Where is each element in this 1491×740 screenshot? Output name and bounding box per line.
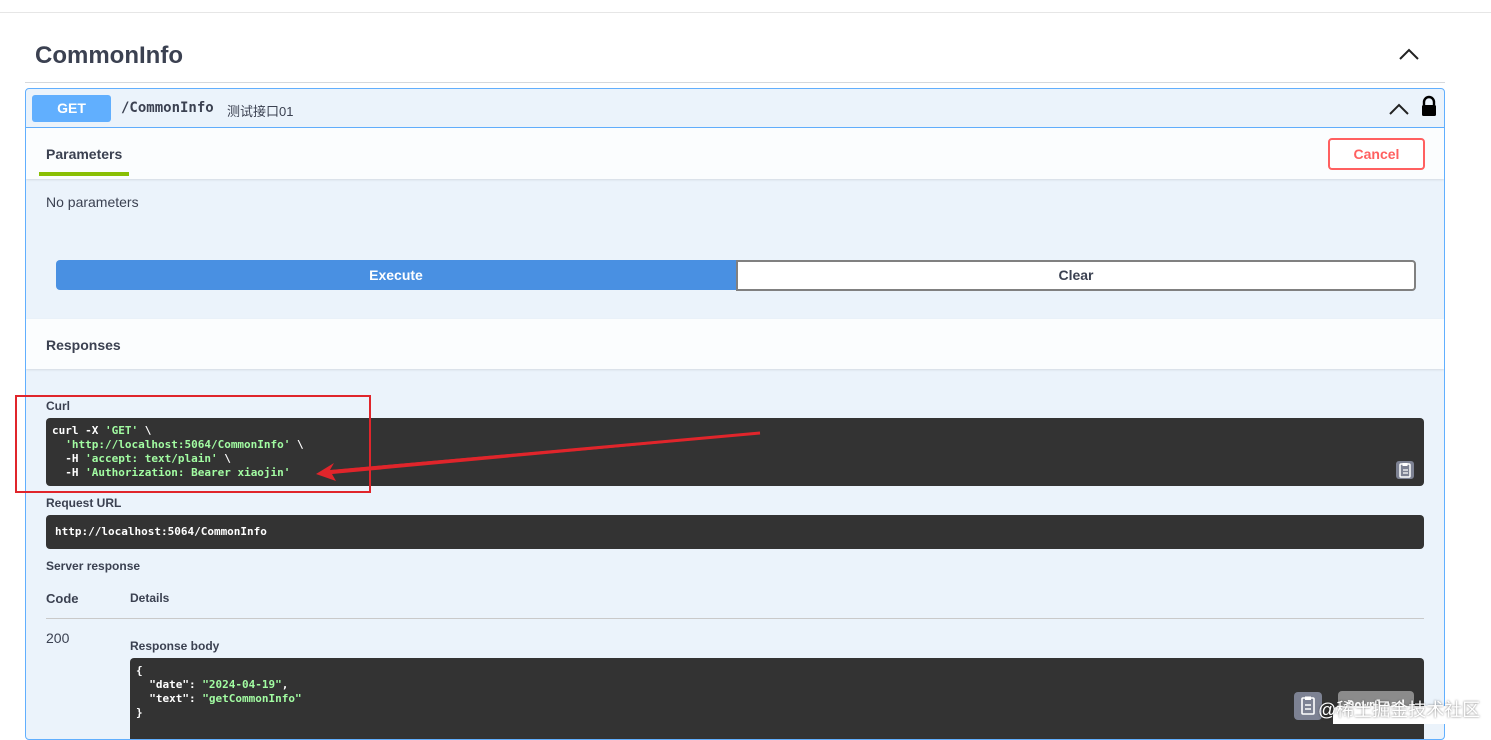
operation-description: 测试接口01 (227, 104, 294, 119)
no-parameters-text: No parameters (46, 194, 139, 210)
body-line: "date": "2024-04-19", (149, 678, 289, 691)
responses-header: Responses (26, 319, 1444, 369)
operation-path: /CommonInfo (121, 100, 214, 116)
request-url-block[interactable]: http://localhost:5064/CommonInfo (46, 515, 1424, 549)
clear-button[interactable]: Clear (736, 260, 1416, 291)
execute-button[interactable]: Execute (56, 260, 736, 290)
body-line: } (136, 706, 143, 719)
responses-title: Responses (46, 337, 121, 353)
clipboard-icon (1399, 463, 1411, 478)
response-body-block[interactable]: { "date": "2024-04-19", "text": "getComm… (130, 658, 1424, 739)
top-divider (0, 12, 1491, 13)
tab-parameters-label: Parameters (46, 146, 123, 162)
tag-title[interactable]: CommonInfo (35, 42, 183, 70)
details-column-header: Details (130, 591, 170, 605)
parameters-header: Parameters Cancel (26, 128, 1444, 179)
chevron-up-icon[interactable] (1388, 101, 1410, 117)
response-body-code: { "date": "2024-04-19", "text": "getComm… (130, 658, 1424, 726)
chevron-up-icon[interactable] (1398, 46, 1420, 62)
request-url-label: Request URL (46, 496, 122, 510)
body-line: "text": "getCommonInfo" (149, 692, 302, 705)
request-url: http://localhost:5064/CommonInfo (55, 525, 267, 538)
cancel-button[interactable]: Cancel (1328, 138, 1425, 170)
annotation-box (15, 395, 371, 493)
tag-divider (25, 82, 1445, 83)
lock-icon[interactable] (1420, 95, 1438, 117)
table-divider (46, 618, 1424, 619)
response-body-label: Response body (130, 639, 220, 653)
status-code: 200 (46, 630, 70, 646)
operation-summary[interactable]: GET /CommonInfo 测试接口01 (26, 89, 1444, 128)
server-response-label: Server response (46, 559, 141, 573)
body-line: { (136, 664, 143, 677)
code-column-header: Code (46, 591, 79, 606)
watermark: @稀土掘金技术社区 (1318, 700, 1481, 720)
tab-parameters[interactable]: Parameters (39, 146, 130, 176)
method-badge: GET (32, 95, 111, 122)
copy-icon[interactable] (1396, 461, 1414, 479)
